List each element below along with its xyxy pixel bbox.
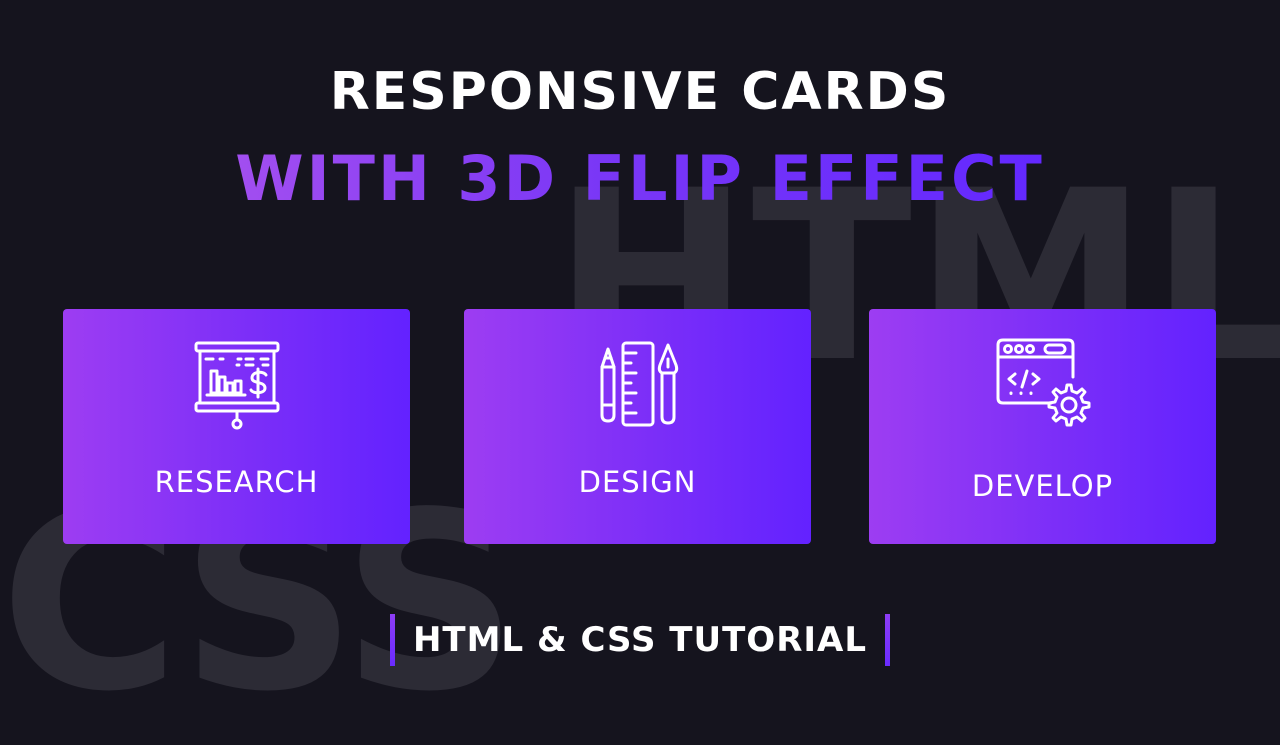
card-label-research: RESEARCH — [154, 465, 319, 499]
title-line-1: RESPONSIVE CARDS — [329, 62, 951, 122]
card-research[interactable]: RESEARCH — [63, 309, 410, 544]
footer-banner: HTML & CSS TUTORIAL — [0, 614, 1280, 666]
code-window-gear-icon — [993, 337, 1093, 437]
title-line-2: WITH 3D FLIP EFFECT — [0, 142, 1280, 215]
pencil-ruler-pen-icon — [588, 337, 688, 437]
card-develop[interactable]: DEVELOP — [869, 309, 1216, 544]
footer-bar-right — [885, 614, 891, 666]
card-design[interactable]: DESIGN — [464, 309, 811, 544]
footer-bar-left — [389, 614, 395, 666]
card-label-develop: DEVELOP — [971, 469, 1114, 503]
footer-text: HTML & CSS TUTORIAL — [412, 620, 868, 660]
title-line-2-text: WITH 3D FLIP EFFECT — [235, 142, 1045, 215]
card-label-design: DESIGN — [578, 465, 697, 499]
presentation-chart-dollar-icon — [187, 337, 287, 437]
